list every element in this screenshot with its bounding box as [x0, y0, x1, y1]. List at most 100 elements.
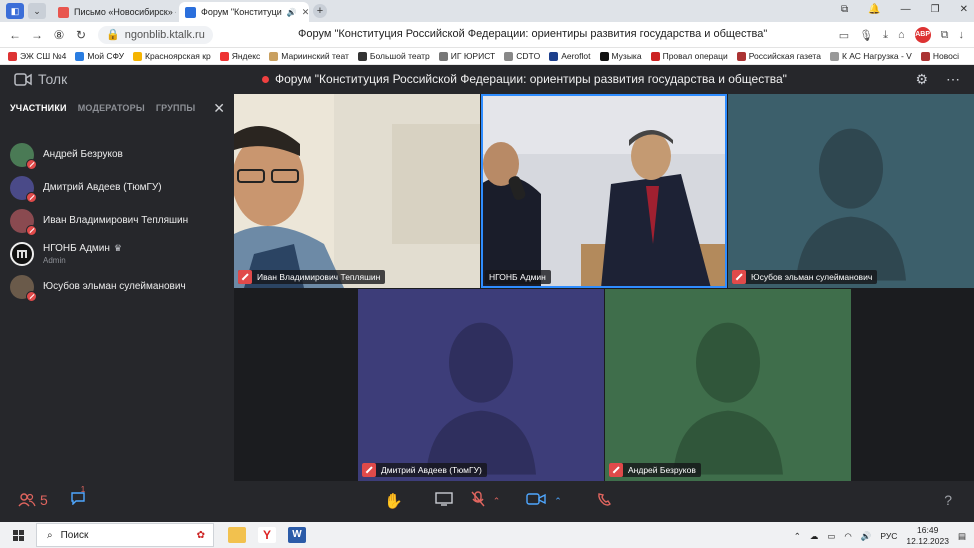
screen-share-button[interactable]: [434, 492, 453, 510]
bookmarks-bar: ЭЖ СШ №4 Мой СФУ Красноярская кр Яндекс …: [0, 48, 974, 65]
notifications-icon[interactable]: 🔔: [868, 4, 880, 15]
clock[interactable]: 16:49 12.12.2023: [906, 525, 949, 547]
bookmark-item[interactable]: Новосі: [920, 51, 959, 61]
mic-options-chevron-icon[interactable]: ⌃: [493, 496, 501, 507]
avatar: [10, 241, 34, 266]
url-field[interactable]: 🔒 ngonblib.ktalk.ru: [98, 25, 213, 44]
tab-moderators[interactable]: МОДЕРАТОРЫ: [78, 103, 145, 113]
camera-toggle-button[interactable]: [526, 492, 546, 510]
tile-name-label: Иван Владимирович Тепляшин: [238, 270, 386, 284]
participant-item[interactable]: Иван Владимирович Тепляшин: [10, 204, 230, 237]
bookmark-item[interactable]: Российская газета: [736, 51, 821, 61]
page-title: Форум "Конституция Российской Федерации:…: [298, 28, 768, 40]
speaker-icon: 🔊: [286, 7, 297, 17]
tab-mail[interactable]: Письмо «Новосибирск» -: [52, 2, 176, 22]
battery-icon[interactable]: ▭: [827, 531, 835, 542]
minimize-icon[interactable]: —: [901, 4, 911, 15]
mic-icon[interactable]: 🎙: [859, 29, 873, 42]
participant-item[interactable]: Дмитрий Авдеев (ТюмГУ): [10, 171, 230, 204]
participant-item[interactable]: Юсубов эльман сулейманович: [10, 270, 230, 303]
extensions-icon[interactable]: ⧉: [941, 29, 949, 42]
avatar-tile[interactable]: Андрей Безруков: [605, 289, 851, 481]
participant-item[interactable]: НГОНБ Админ ♛ Admin: [10, 237, 230, 270]
tab-participants[interactable]: УЧАСТНИКИ: [10, 103, 67, 113]
volume-icon[interactable]: 🔊: [861, 531, 872, 542]
tab-forum[interactable]: Форум "Конституци 🔊 ✕: [179, 2, 309, 22]
close-sidebar-icon[interactable]: ✕: [213, 100, 225, 117]
avatar-tile[interactable]: Дмитрий Авдеев (ТюмГУ): [358, 289, 604, 481]
start-button[interactable]: [0, 529, 36, 541]
bookmark-item[interactable]: Aeroflot: [549, 51, 591, 61]
file-explorer-icon[interactable]: [228, 527, 246, 543]
video-tile[interactable]: Иван Владимирович Тепляшин: [234, 94, 480, 288]
bookmark-item[interactable]: Мой СФУ: [75, 51, 124, 61]
close-window-icon[interactable]: ✕: [960, 4, 968, 15]
word-icon[interactable]: W: [288, 527, 306, 543]
wifi-icon[interactable]: ◠: [844, 531, 851, 542]
bookmark-item[interactable]: Музыка: [599, 51, 642, 61]
sidebar-toggle-icon[interactable]: ◧: [6, 3, 24, 19]
participants-button[interactable]: 5: [18, 492, 48, 508]
bookmark-item[interactable]: К АС Нагрузка - V: [829, 51, 912, 61]
onedrive-icon[interactable]: ☁: [810, 531, 819, 542]
mic-off-icon: [26, 158, 37, 170]
monitor-icon: [434, 492, 453, 506]
settings-gear-icon[interactable]: ⚙: [915, 71, 928, 88]
language-indicator[interactable]: РУС: [880, 531, 897, 541]
adblock-icon[interactable]: АВР: [914, 27, 931, 43]
avatar-tile[interactable]: Юсубов эльман сулейманович: [728, 94, 974, 288]
raise-hand-button[interactable]: ✋: [384, 492, 403, 510]
yandex-icon[interactable]: ⑧: [48, 28, 70, 42]
bookmark-item[interactable]: Яндекс: [219, 51, 260, 61]
back-icon[interactable]: ←: [4, 28, 26, 42]
taskbar-search[interactable]: ⌕ Поиск ✿: [36, 523, 214, 547]
restore-icon[interactable]: ❐: [931, 4, 940, 15]
help-button[interactable]: ?: [944, 492, 952, 508]
bookmark-item[interactable]: ИГ ЮРИСТ: [438, 51, 495, 61]
bookmark-item[interactable]: Мариинский теат: [269, 51, 349, 61]
more-options-icon[interactable]: ⋯: [946, 71, 960, 88]
video-logo-icon: [14, 72, 32, 86]
leave-call-button[interactable]: [596, 491, 614, 511]
participant-list: Андрей Безруков Дмитрий Авдеев (ТюмГУ) И…: [10, 138, 230, 303]
tab-menu-chevron-icon[interactable]: ⌄: [28, 3, 46, 19]
bookmark-item[interactable]: СDTO: [504, 51, 540, 61]
downloads-icon[interactable]: ↓: [959, 29, 965, 41]
bookmark-icon: [650, 51, 660, 61]
mic-off-icon: [26, 290, 37, 302]
participant-item[interactable]: Андрей Безруков: [10, 138, 230, 171]
avatar: [10, 208, 37, 236]
notification-center-icon[interactable]: ▤: [958, 531, 966, 542]
reload-icon[interactable]: ↻: [70, 28, 92, 42]
forward-icon[interactable]: →: [26, 28, 48, 42]
collections-icon[interactable]: ⧉: [841, 4, 848, 15]
camera-options-chevron-icon[interactable]: ⌃: [554, 496, 562, 507]
camera-icon[interactable]: ▭: [839, 29, 849, 42]
avatar: [10, 142, 37, 170]
windows-icon: [12, 529, 24, 541]
bookmark-item[interactable]: Провал операци: [650, 51, 728, 61]
new-tab-button[interactable]: +: [313, 4, 327, 18]
tab-groups[interactable]: ГРУППЫ: [156, 103, 196, 113]
bookmark-item[interactable]: Большой театр: [357, 51, 430, 61]
share-icon[interactable]: ⌂: [898, 29, 905, 41]
mic-toggle-button[interactable]: [471, 491, 485, 511]
recording-dot-icon: [262, 75, 269, 83]
mic-off-icon: [238, 270, 252, 284]
person-silhouette-icon: [796, 128, 906, 281]
mic-off-icon: [609, 463, 623, 477]
video-tile-active[interactable]: НГОНБ Админ: [481, 94, 727, 288]
close-tab-icon[interactable]: ✕: [302, 7, 309, 18]
bookmark-item[interactable]: ЭЖ СШ №4: [8, 51, 66, 61]
bookmark-item[interactable]: Красноярская кр: [133, 51, 211, 61]
tray-chevron-icon[interactable]: ⌃: [794, 531, 801, 542]
ktalk-icon: [185, 6, 196, 18]
lock-icon: 🔒: [106, 29, 120, 41]
bookmark-icon: [75, 51, 85, 61]
meeting-title: Форум "Конституция Российской Федерации:…: [262, 72, 787, 86]
mic-off-icon: [471, 491, 485, 507]
camera-feed: [234, 94, 480, 288]
chat-button[interactable]: 1: [70, 485, 86, 508]
yandex-browser-icon[interactable]: Y: [258, 527, 276, 543]
download-icon[interactable]: ⤓: [883, 29, 888, 42]
